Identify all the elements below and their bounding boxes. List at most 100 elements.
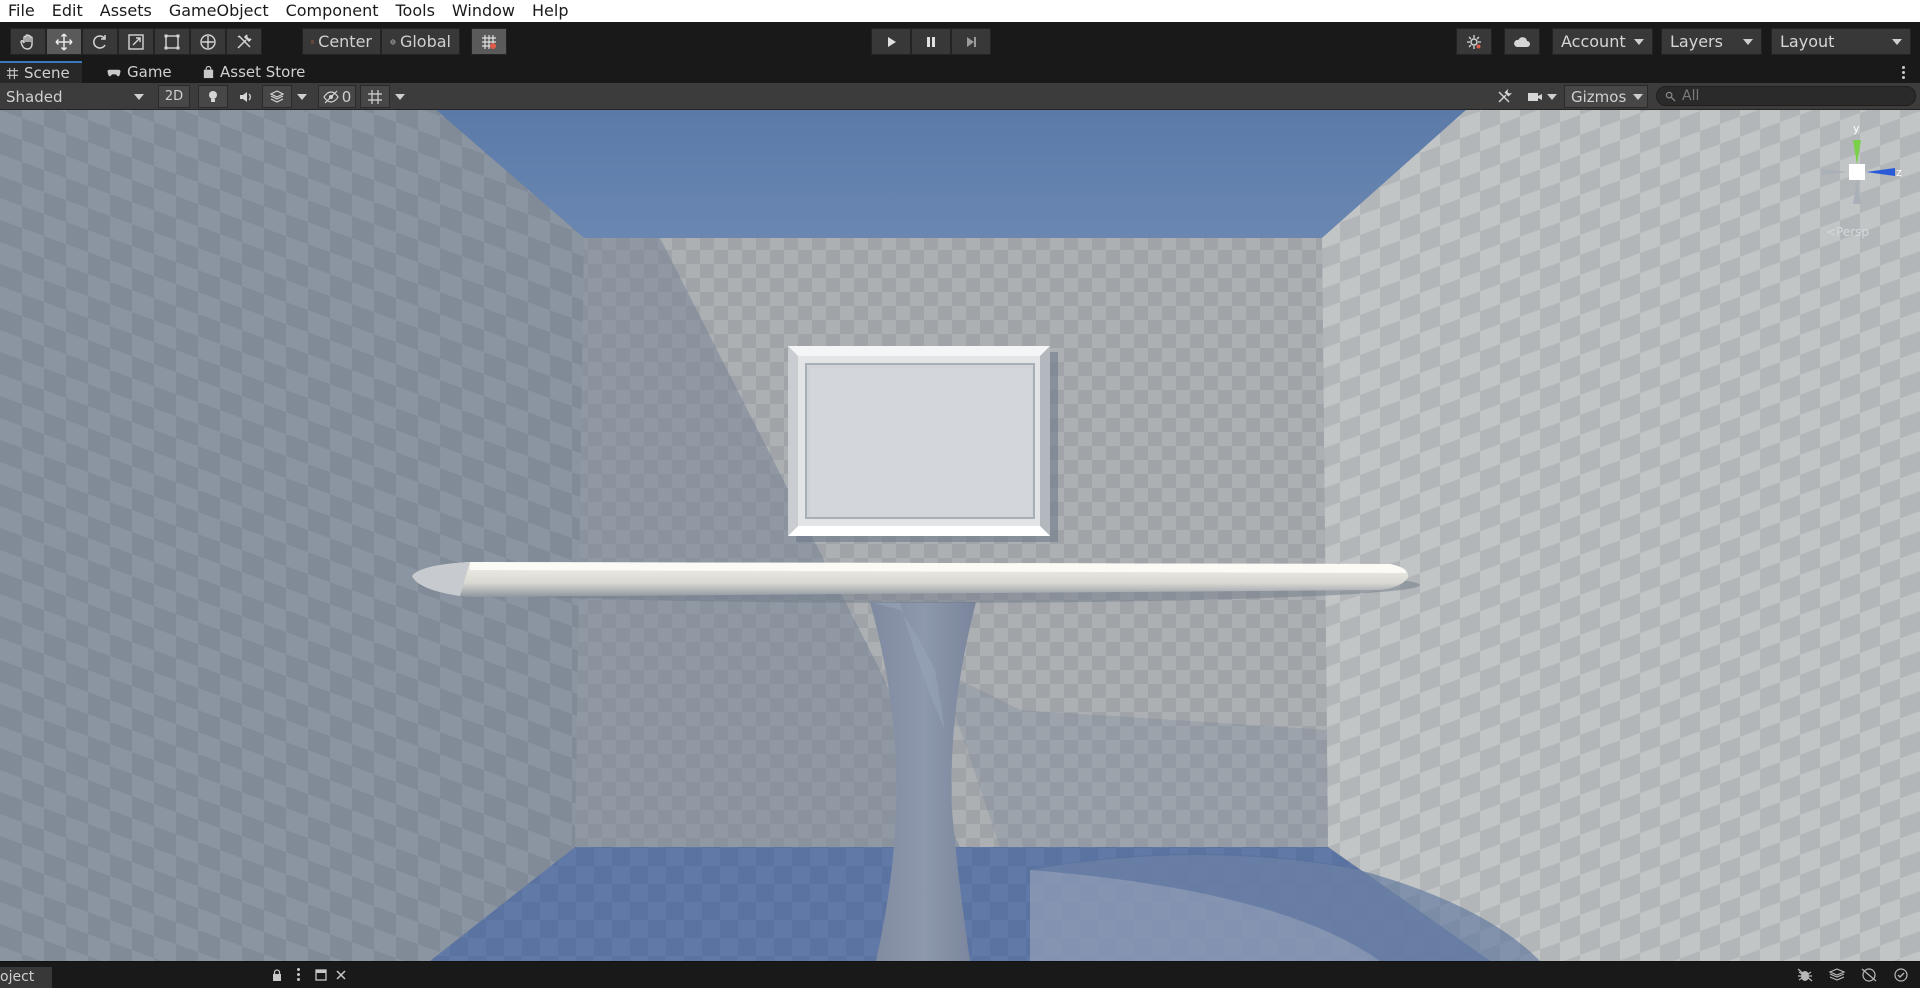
debug-bug-icon[interactable] <box>1796 967 1814 983</box>
maximize-icon[interactable] <box>314 968 328 982</box>
pivot-center-button[interactable]: Center <box>302 28 381 55</box>
chevron-down-icon <box>395 93 405 100</box>
main-toolbar: Center Global Account Layers Layout <box>0 22 1920 61</box>
menu-edit[interactable]: Edit <box>44 0 92 22</box>
grid-dropdown[interactable] <box>392 85 408 108</box>
hand-icon <box>20 33 33 50</box>
close-icon[interactable] <box>334 968 348 982</box>
hidden-objects-toggle[interactable]: 0 <box>318 85 356 108</box>
progress-disabled-icon[interactable] <box>1860 967 1878 983</box>
more-menu-icon[interactable] <box>295 968 301 982</box>
transform-icon <box>200 33 216 50</box>
layout-label: Layout <box>1780 32 1835 51</box>
lock-icon[interactable] <box>270 968 284 982</box>
cloud-button[interactable] <box>1504 28 1540 55</box>
grid-toggle[interactable] <box>360 85 390 108</box>
lighting-toggle[interactable] <box>198 85 228 108</box>
tools-icon <box>1498 88 1512 102</box>
wrench-icon <box>237 33 252 49</box>
grid-snap-button[interactable] <box>471 28 507 55</box>
bottom-panel-tab[interactable]: oject <box>0 967 52 988</box>
tab-more-menu-icon[interactable] <box>1898 63 1908 81</box>
layers-status-icon[interactable] <box>1828 967 1846 983</box>
gizmos-dropdown[interactable]: Gizmos <box>1564 85 1648 108</box>
step-icon <box>967 36 976 47</box>
scene-render: y z <Persp <box>0 110 1920 961</box>
account-dropdown[interactable]: Account <box>1552 28 1653 55</box>
play-button[interactable] <box>871 28 911 55</box>
scale-icon <box>128 33 144 50</box>
menu-gameobject[interactable]: GameObject <box>161 0 278 22</box>
space-global-button[interactable]: Global <box>381 28 460 55</box>
custom-tool-button[interactable] <box>226 28 262 55</box>
services-group <box>1456 28 1492 55</box>
tab-game[interactable]: Game <box>100 61 178 83</box>
eye-slash-icon <box>323 90 339 103</box>
effects-layers-icon <box>269 89 285 103</box>
chevron-down-icon <box>1547 93 1557 100</box>
audio-toggle[interactable] <box>232 85 258 108</box>
grid-icon <box>368 89 382 104</box>
transform-tools <box>10 28 262 55</box>
grid-snap-icon <box>482 34 496 49</box>
transform-tool-button[interactable] <box>190 28 226 55</box>
chevron-down-icon <box>134 93 144 100</box>
tab-scene[interactable]: Scene <box>0 61 82 83</box>
draw-mode-dropdown[interactable]: Shaded <box>0 85 150 108</box>
move-icon <box>55 32 73 51</box>
collab-button[interactable] <box>1456 28 1492 55</box>
tab-scene-label: Scene <box>24 64 70 82</box>
account-label: Account <box>1561 32 1626 51</box>
gizmo-z-label: z <box>1896 166 1902 179</box>
move-tool-button[interactable] <box>46 28 82 55</box>
rect-tool-button[interactable] <box>154 28 190 55</box>
pivot-icon <box>311 40 314 43</box>
effects-toggle[interactable] <box>262 85 292 108</box>
check-circle-icon[interactable] <box>1892 967 1910 983</box>
bottom-panel-bar: oject <box>0 961 1920 988</box>
gizmo-y-label: y <box>1853 122 1860 135</box>
rect-transform-icon <box>164 34 180 49</box>
step-button[interactable] <box>951 28 991 55</box>
rotate-icon <box>93 34 106 49</box>
scene-search-input[interactable]: All <box>1656 86 1916 106</box>
menu-component[interactable]: Component <box>278 0 388 22</box>
tools-settings-button[interactable] <box>1490 85 1518 108</box>
menu-bar: File Edit Assets GameObject Component To… <box>0 0 1920 22</box>
speaker-icon <box>240 91 251 102</box>
space-label: Global <box>399 32 451 51</box>
scene-toolbar: Shaded 2D 0 Gizmos All <box>0 83 1920 110</box>
layers-dropdown[interactable]: Layers <box>1661 28 1762 55</box>
layout-dropdown[interactable]: Layout <box>1771 28 1911 55</box>
mode-2d-toggle[interactable]: 2D <box>158 85 190 108</box>
search-icon <box>1665 91 1676 102</box>
pause-button[interactable] <box>911 28 951 55</box>
hidden-count: 0 <box>341 87 352 106</box>
projection-toggle[interactable]: <Persp <box>1826 225 1869 239</box>
tab-asset-store-label: Asset Store <box>220 63 306 81</box>
chevron-down-icon <box>1633 93 1643 100</box>
gamepad-icon <box>107 69 121 76</box>
menu-window[interactable]: Window <box>444 0 524 22</box>
layers-label: Layers <box>1670 32 1723 51</box>
menu-tools[interactable]: Tools <box>387 0 443 22</box>
chevron-down-icon <box>297 93 307 100</box>
rotate-tool-button[interactable] <box>82 28 118 55</box>
tab-asset-store[interactable]: Asset Store <box>196 61 311 83</box>
play-icon <box>888 36 896 47</box>
menu-assets[interactable]: Assets <box>92 0 161 22</box>
chevron-down-icon <box>1634 38 1644 45</box>
cloud-icon <box>1514 36 1530 47</box>
pause-icon <box>927 36 935 47</box>
scale-tool-button[interactable] <box>118 28 154 55</box>
camera-settings-dropdown[interactable] <box>1522 85 1562 108</box>
window-tabs-bar: Scene Game Asset Store <box>0 61 1920 83</box>
menu-file[interactable]: File <box>0 0 44 22</box>
menu-help[interactable]: Help <box>524 0 577 22</box>
hand-tool-button[interactable] <box>10 28 46 55</box>
camera-icon <box>1528 92 1542 101</box>
effects-dropdown[interactable] <box>294 85 310 108</box>
tab-game-label: Game <box>127 63 172 81</box>
globe-icon <box>390 39 396 44</box>
scene-viewport[interactable]: y z <Persp <box>0 110 1920 961</box>
